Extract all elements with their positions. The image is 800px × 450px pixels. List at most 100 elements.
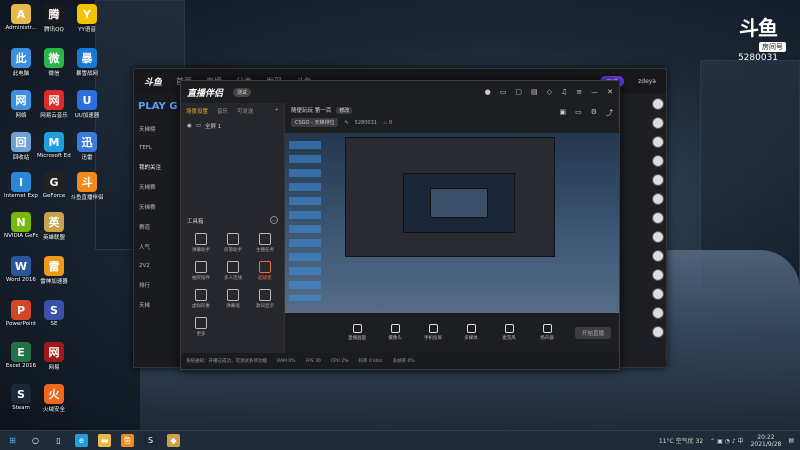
- desktop-shortcut[interactable]: 暴暴雪战网: [70, 48, 104, 77]
- avatar-icon[interactable]: ●: [485, 88, 491, 96]
- sidebar-item[interactable]: 天梯: [134, 295, 182, 315]
- clip-icon[interactable]: ▭: [500, 88, 507, 96]
- weather-text[interactable]: 11°C 空气优 32: [659, 436, 703, 445]
- live-companion-window[interactable]: 直播伴侣 测试 ● ▭ ▢ ▤ ◇ ♫ ≡ — ✕ 场景设置 音乐 可发送 + …: [180, 80, 620, 370]
- desktop-shortcut[interactable]: 火火绒安全: [37, 384, 71, 413]
- source-button[interactable]: 麦克风: [496, 323, 522, 341]
- toolbox-item[interactable]: 房管助手: [217, 233, 249, 253]
- file-explorer-icon[interactable]: ▬: [98, 434, 111, 447]
- edit-title-button[interactable]: 修改: [336, 106, 353, 114]
- desktop-shortcut[interactable]: A Administr...: [4, 4, 38, 31]
- toolbox-item[interactable]: 超级麦: [249, 261, 281, 281]
- tab-scene[interactable]: 场景设置: [186, 107, 208, 115]
- screenshot-icon[interactable]: ▢: [515, 88, 522, 96]
- avatar-icon[interactable]: [652, 98, 664, 110]
- source-button[interactable]: 多媒体: [458, 323, 484, 341]
- scene-item[interactable]: ◉ ▭ 全屏 1: [181, 119, 284, 133]
- more-icon[interactable]: …: [270, 216, 278, 224]
- avatar-icon[interactable]: [652, 212, 664, 224]
- desktop-shortcut[interactable]: S SE: [37, 300, 71, 327]
- search-icon[interactable]: ○: [29, 434, 42, 447]
- toolbox-item[interactable]: 弹幕墙: [217, 289, 249, 309]
- notification-icon[interactable]: ▤: [788, 437, 794, 444]
- settings-icon[interactable]: ⚙: [591, 108, 597, 118]
- douyu-taskbar-icon[interactable]: 鱼: [121, 434, 134, 447]
- desktop-shortcut[interactable]: 网网易: [37, 342, 71, 371]
- share-screen-icon[interactable]: ▣: [559, 108, 566, 118]
- chat-icon[interactable]: ▤: [531, 88, 538, 96]
- task-view-icon[interactable]: ▯: [52, 434, 65, 447]
- gift-icon[interactable]: ◇: [547, 88, 552, 96]
- toolbox-item[interactable]: 抽奖插件: [185, 261, 217, 281]
- sidebar-item[interactable]: 天梯赛: [134, 177, 182, 197]
- menu-icon[interactable]: ≡: [576, 88, 582, 96]
- toolbox-item[interactable]: 更多: [185, 317, 217, 337]
- desktop-shortcut[interactable]: E Excel 2016: [4, 342, 38, 369]
- desktop-shortcut[interactable]: MMicrosoft Edge: [37, 132, 71, 159]
- windows-start-icon[interactable]: ⊞: [6, 434, 19, 447]
- bell-icon[interactable]: ♫: [561, 88, 567, 96]
- app-taskbar-icon[interactable]: ◆: [167, 434, 180, 447]
- desktop-shortcut[interactable]: P PowerPoint: [4, 300, 38, 327]
- source-button[interactable]: 手机投屏: [420, 323, 446, 341]
- desktop-shortcut[interactable]: IInternet Explorer: [4, 172, 38, 199]
- desktop-shortcut[interactable]: 网网易云音乐: [37, 90, 71, 119]
- avatar-icon[interactable]: [652, 250, 664, 262]
- avatar-icon[interactable]: [652, 174, 664, 186]
- minimize-icon[interactable]: —: [591, 88, 598, 96]
- desktop-shortcut[interactable]: 腾腾讯QQ: [37, 4, 71, 33]
- edge-icon[interactable]: e: [75, 434, 88, 447]
- desktop-shortcut[interactable]: Y YY语音: [70, 4, 104, 33]
- avatar-icon[interactable]: [652, 326, 664, 338]
- desktop-shortcut[interactable]: 回回收站: [4, 132, 38, 161]
- record-icon[interactable]: ▭: [575, 108, 582, 118]
- tab-music[interactable]: 音乐: [217, 107, 228, 115]
- clock[interactable]: 20:22 2021/9/28: [751, 434, 782, 448]
- desktop-shortcut[interactable]: 微微信: [37, 48, 71, 77]
- desktop-shortcut[interactable]: 斗斗鱼直播伴侣: [70, 172, 104, 201]
- tab-send[interactable]: 可发送: [237, 107, 254, 115]
- sidebar-item[interactable]: TEFL: [134, 139, 182, 157]
- avatar-icon[interactable]: [652, 136, 664, 148]
- desktop-shortcut[interactable]: W Word 2016: [4, 256, 38, 283]
- desktop-shortcut[interactable]: 雷雷神加速器: [37, 256, 71, 285]
- source-button[interactable]: 扬声器: [534, 323, 560, 341]
- sidebar-item[interactable]: 人气: [134, 237, 182, 257]
- sidebar-item[interactable]: 我的关注: [134, 157, 182, 177]
- toolbox-item[interactable]: 虚拟形象: [185, 289, 217, 309]
- avatar-icon[interactable]: [652, 155, 664, 167]
- douyu-username[interactable]: zdeya: [638, 78, 656, 85]
- close-icon[interactable]: ✕: [607, 88, 613, 96]
- sidebar-item[interactable]: 排行: [134, 275, 182, 295]
- tray-icons[interactable]: ⌃ ▣ ◔ ♪ 中: [710, 436, 743, 445]
- toolbox-item[interactable]: 主播任务: [249, 233, 281, 253]
- avatar-icon[interactable]: [652, 117, 664, 129]
- desktop-shortcut[interactable]: 网网络: [4, 90, 38, 119]
- share-icon[interactable]: ⤴: [606, 108, 613, 118]
- desktop-shortcut[interactable]: 此此电脑: [4, 48, 38, 77]
- avatar-icon[interactable]: [652, 193, 664, 205]
- sidebar-item[interactable]: 2V2: [134, 257, 182, 275]
- category-selector[interactable]: CSGO - 天梯排位: [291, 118, 339, 127]
- sidebar-item[interactable]: 赛道: [134, 217, 182, 237]
- toolbox-item[interactable]: 弹幕助手: [185, 233, 217, 253]
- avatar-icon[interactable]: [652, 269, 664, 281]
- desktop-shortcut[interactable]: 英英雄联盟: [37, 212, 71, 241]
- edit-icon[interactable]: ✎: [344, 120, 348, 126]
- stream-preview[interactable]: [285, 133, 619, 313]
- eye-icon[interactable]: ◉: [187, 123, 192, 129]
- steam-taskbar-icon[interactable]: S: [144, 434, 157, 447]
- desktop-shortcut[interactable]: NNVIDIA GeForce: [4, 212, 38, 239]
- desktop-shortcut[interactable]: S Steam: [4, 384, 38, 411]
- desktop-shortcut[interactable]: 迅迅雷: [70, 132, 104, 161]
- avatar-icon[interactable]: [652, 307, 664, 319]
- sidebar-item[interactable]: 天梯榜: [134, 119, 182, 139]
- avatar-icon[interactable]: [652, 288, 664, 300]
- desktop-shortcut[interactable]: G GeForce: [37, 172, 71, 199]
- toolbox-item[interactable]: 多人连线: [217, 261, 249, 281]
- companion-badge[interactable]: 测试: [233, 87, 252, 97]
- source-button[interactable]: 摄像头: [382, 323, 408, 341]
- desktop-shortcut[interactable]: U UU加速器: [70, 90, 104, 119]
- toolbox-item[interactable]: 歌词显示: [249, 289, 281, 309]
- add-scene-icon[interactable]: +: [274, 107, 279, 115]
